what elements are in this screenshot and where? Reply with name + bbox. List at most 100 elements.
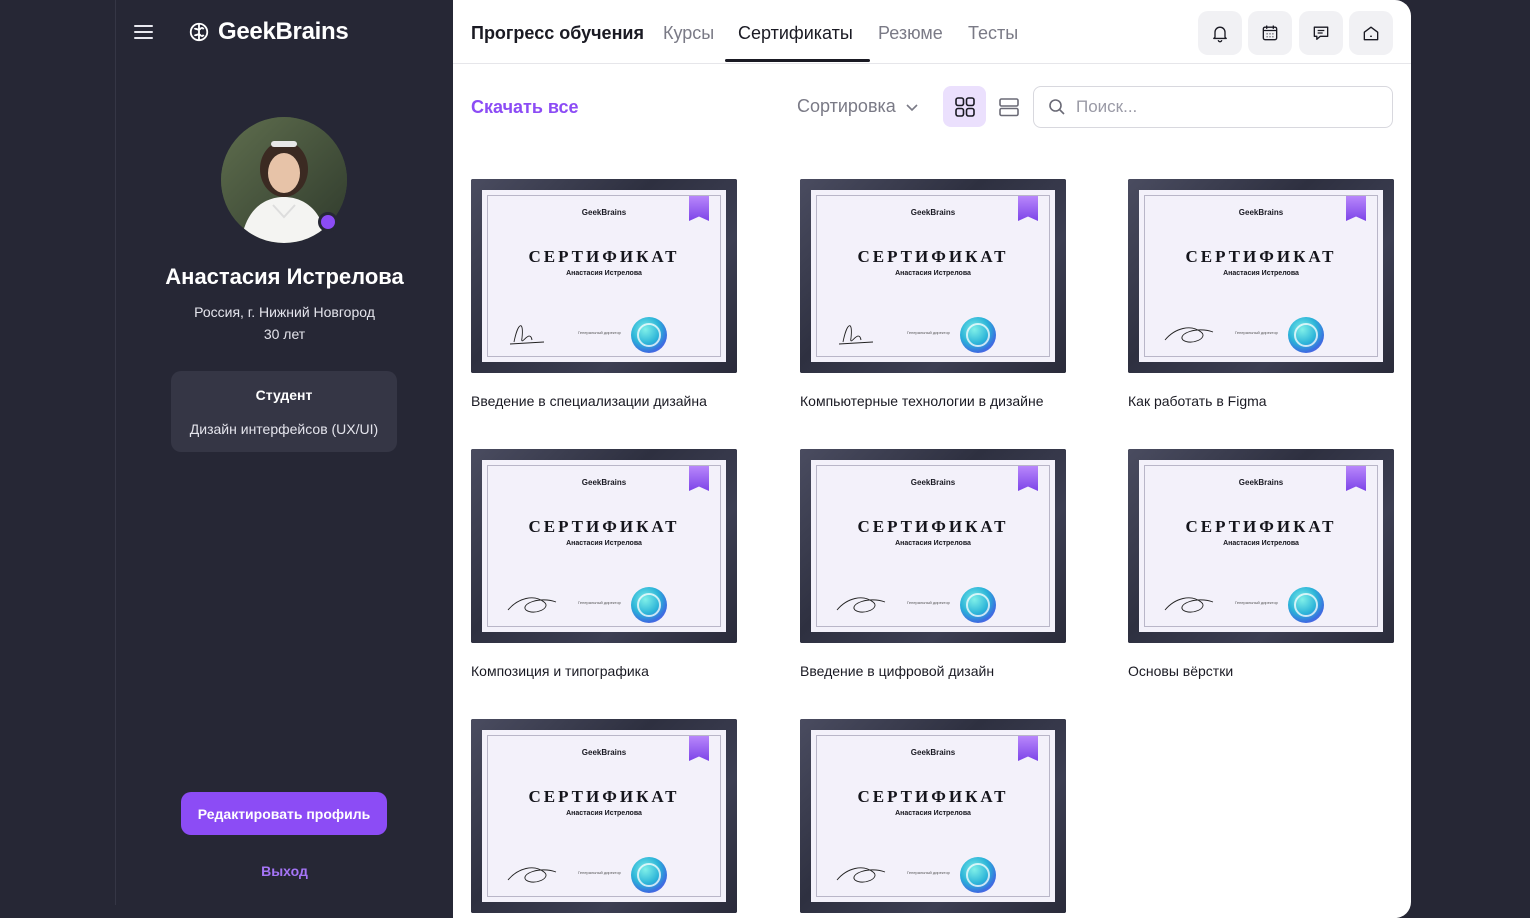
brain-logo-icon: [189, 22, 209, 42]
seal-icon: [1288, 587, 1324, 623]
signature-icon: [836, 867, 886, 883]
certificate-caption[interactable]: Компьютерные технологии в дизайне: [800, 393, 1066, 409]
certificate-card[interactable]: GeekBrains СЕРТИФИКАТ Анастасия Истрелов…: [1128, 449, 1394, 679]
user-age: 30 лет: [263, 326, 306, 342]
search-box[interactable]: [1033, 86, 1393, 128]
tab-bar: Прогресс обучения Курсы Сертификаты Резю…: [453, 0, 1411, 64]
role-card: Студент Дизайн интерфейсов (UX/UI): [171, 371, 397, 452]
seal-icon: [960, 857, 996, 893]
signature-icon: [507, 597, 557, 613]
edit-profile-button[interactable]: Редактировать профиль: [181, 792, 387, 835]
geekbrains-logo[interactable]: GeekBrains: [188, 17, 349, 47]
certificate-director: Генеральный директор: [1235, 330, 1278, 335]
chat-icon: [1313, 26, 1329, 40]
seal-icon: [631, 317, 667, 353]
certificate-thumbnail[interactable]: GeekBrains СЕРТИФИКАТ Анастасия Истрелов…: [471, 179, 737, 373]
certificate-thumbnail[interactable]: GeekBrains СЕРТИФИКАТ Анастасия Истрелов…: [800, 719, 1066, 913]
certificate-recipient: Анастасия Истрелова: [895, 540, 971, 547]
certificate-heading: СЕРТИФИКАТ: [1185, 247, 1337, 266]
certificate-caption[interactable]: Как работать в Figma: [1128, 393, 1394, 409]
notifications-button[interactable]: [1198, 11, 1242, 55]
certificate-director: Генеральный директор: [907, 870, 950, 875]
certificate-card[interactable]: GeekBrains СЕРТИФИКАТ Анастасия Истрелов…: [800, 449, 1066, 679]
certificate-thumbnail[interactable]: GeekBrains СЕРТИФИКАТ Анастасия Истрелов…: [800, 449, 1066, 643]
chevron-down-icon: [906, 103, 918, 111]
tab-courses[interactable]: Курсы: [663, 23, 714, 44]
hamburger-icon[interactable]: [134, 24, 154, 40]
messages-button[interactable]: [1299, 11, 1343, 55]
certificate-caption[interactable]: Композиция и типографика: [471, 663, 737, 679]
certificate-card[interactable]: GeekBrains СЕРТИФИКАТ Анастасия Истрелов…: [1128, 179, 1394, 409]
calendar-button[interactable]: [1248, 11, 1292, 55]
certificate-heading: СЕРТИФИКАТ: [857, 787, 1009, 806]
certificate-recipient: Анастасия Истрелова: [1223, 540, 1299, 547]
profile-sidebar: GeekBrains Анастасия Истрелова Россия, г…: [0, 0, 453, 918]
user-location: Россия, г. Нижний Новгород: [194, 304, 375, 320]
certificate-card[interactable]: GeekBrains СЕРТИФИКАТ Анастасия Истрелов…: [471, 719, 737, 918]
signature-icon: [838, 325, 874, 345]
grid-view-button[interactable]: [943, 86, 986, 127]
sidebar-divider: [115, 0, 116, 905]
logout-link[interactable]: Выход: [116, 863, 453, 879]
certificate-director: Генеральный директор: [578, 870, 621, 875]
seal-icon: [960, 317, 996, 353]
tab-certificates[interactable]: Сертификаты: [738, 23, 853, 44]
sort-dropdown[interactable]: Сортировка: [797, 96, 920, 117]
signature-icon: [1164, 597, 1214, 613]
certificate-heading: СЕРТИФИКАТ: [1185, 517, 1337, 536]
certificate-thumbnail[interactable]: GeekBrains СЕРТИФИКАТ Анастасия Истрелов…: [1128, 179, 1394, 373]
certificate-logo: GeekBrains: [1238, 208, 1284, 217]
seal-icon: [631, 587, 667, 623]
certificate-recipient: Анастасия Истрелова: [895, 810, 971, 817]
certificate-caption[interactable]: Основы вёрстки: [1128, 663, 1394, 679]
certificate-thumbnail[interactable]: GeekBrains СЕРТИФИКАТ Анастасия Истрелов…: [471, 719, 737, 913]
search-input[interactable]: [1076, 97, 1376, 117]
certificate-caption[interactable]: Введение в цифровой дизайн: [800, 663, 1066, 679]
certificate-logo: GeekBrains: [910, 208, 956, 217]
certificate-heading: СЕРТИФИКАТ: [528, 247, 680, 266]
certificate-card[interactable]: GeekBrains СЕРТИФИКАТ Анастасия Истрелов…: [471, 449, 737, 679]
certificate-director: Генеральный директор: [907, 330, 950, 335]
list-view-button[interactable]: [987, 86, 1030, 127]
active-tab-indicator: [725, 59, 870, 62]
certificate-thumbnail[interactable]: GeekBrains СЕРТИФИКАТ Анастасия Истрелов…: [471, 449, 737, 643]
certificate-recipient: Анастасия Истрелова: [566, 810, 642, 817]
tab-tests[interactable]: Тесты: [968, 23, 1018, 44]
certificate-paper: GeekBrains СЕРТИФИКАТ Анастасия Истрелов…: [482, 460, 726, 632]
role-specialization: Дизайн интерфейсов (UX/UI): [189, 421, 379, 437]
certificate-director: Генеральный директор: [1235, 600, 1278, 605]
search-icon: [1049, 99, 1065, 115]
download-all-link[interactable]: Скачать все: [471, 97, 579, 118]
seal-icon: [960, 587, 996, 623]
main-content: Прогресс обучения Курсы Сертификаты Резю…: [453, 0, 1411, 918]
online-status-indicator: [318, 212, 338, 232]
signature-icon: [836, 597, 886, 613]
signature-icon: [509, 325, 545, 345]
sort-label: Сортировка: [797, 96, 896, 116]
certificate-paper: GeekBrains СЕРТИФИКАТ Анастасия Истрелов…: [811, 460, 1055, 632]
tab-resume[interactable]: Резюме: [878, 23, 943, 44]
certificate-paper: GeekBrains СЕРТИФИКАТ Анастасия Истрелов…: [811, 190, 1055, 362]
calendar-icon: [1262, 25, 1278, 41]
signature-icon: [1164, 327, 1214, 343]
certificate-logo: GeekBrains: [581, 208, 627, 217]
certificate-paper: GeekBrains СЕРТИФИКАТ Анастасия Истрелов…: [1139, 190, 1383, 362]
list-icon: [998, 97, 1019, 116]
certificate-paper: GeekBrains СЕРТИФИКАТ Анастасия Истрелов…: [811, 730, 1055, 902]
certificate-card[interactable]: GeekBrains СЕРТИФИКАТ Анастасия Истрелов…: [471, 179, 737, 409]
app-window: GeekBrains Анастасия Истрелова Россия, г…: [0, 0, 1530, 918]
certificate-paper: GeekBrains СЕРТИФИКАТ Анастасия Истрелов…: [482, 730, 726, 902]
certificate-director: Генеральный директор: [578, 600, 621, 605]
certificate-thumbnail[interactable]: GeekBrains СЕРТИФИКАТ Анастасия Истрелов…: [1128, 449, 1394, 643]
user-name: Анастасия Истрелова: [165, 264, 404, 289]
certificate-logo: GeekBrains: [910, 478, 956, 487]
tab-progress[interactable]: Прогресс обучения: [471, 23, 644, 44]
certificate-card[interactable]: GeekBrains СЕРТИФИКАТ Анастасия Истрелов…: [800, 719, 1066, 918]
home-icon: [1363, 26, 1379, 41]
certificate-caption[interactable]: Введение в специализации дизайна: [471, 393, 737, 409]
home-button[interactable]: [1349, 11, 1393, 55]
certificate-heading: СЕРТИФИКАТ: [528, 517, 680, 536]
certificate-thumbnail[interactable]: GeekBrains СЕРТИФИКАТ Анастасия Истрелов…: [800, 179, 1066, 373]
certificate-card[interactable]: GeekBrains СЕРТИФИКАТ Анастасия Истрелов…: [800, 179, 1066, 409]
certificate-heading: СЕРТИФИКАТ: [528, 787, 680, 806]
